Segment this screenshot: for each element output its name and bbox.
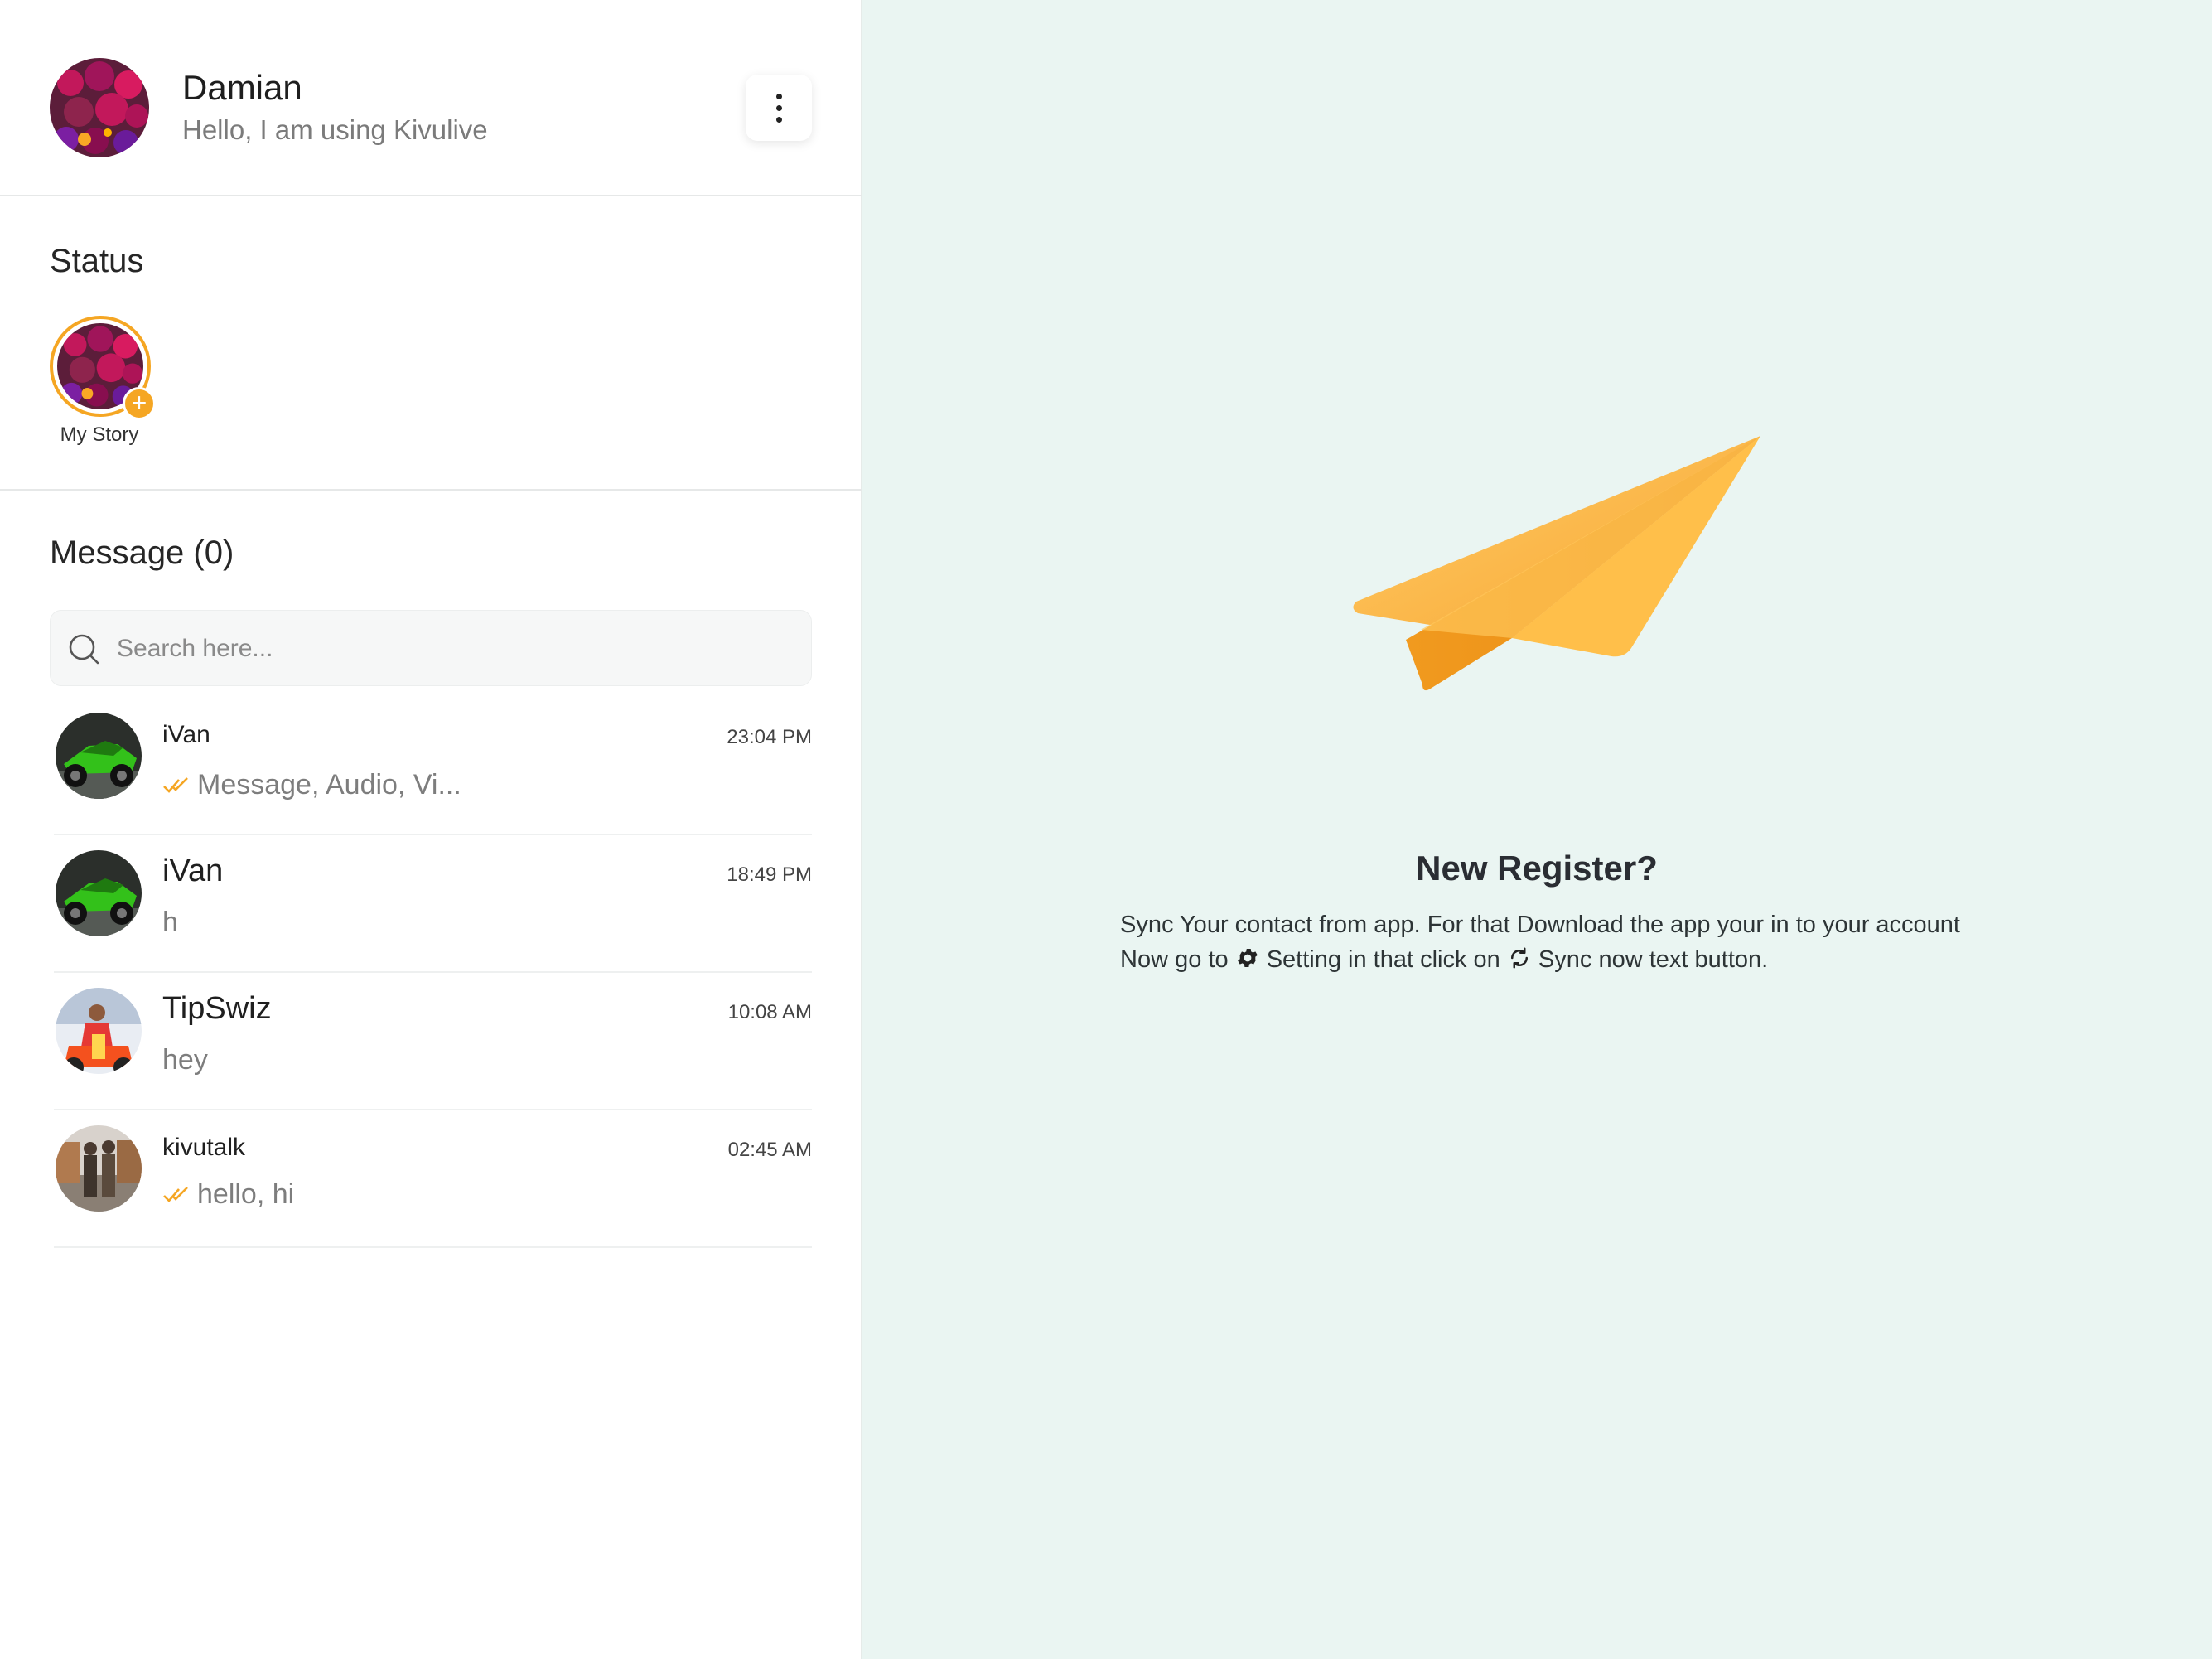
chat-preview: Message, Audio, Vi... xyxy=(162,769,461,801)
empty-state-title: New Register? xyxy=(1416,849,1658,888)
chat-preview: hey xyxy=(162,1044,208,1076)
double-check-icon xyxy=(163,1186,188,1202)
chat-avatar xyxy=(56,850,142,936)
chat-name: kivutalk xyxy=(162,1134,246,1161)
sync-icon xyxy=(1510,947,1528,969)
empty-state-line2-c: Sync now text button. xyxy=(1538,946,1769,973)
chat-preview-text: Message, Audio, Vi... xyxy=(197,769,461,800)
main-panel: New Register? Sync Your contact from app… xyxy=(862,0,2212,1659)
chat-preview: h xyxy=(162,907,178,939)
chat-preview: hello, hi xyxy=(162,1178,294,1211)
profile-header: Damian Hello, I am using Kivulive xyxy=(0,0,862,196)
search-bar xyxy=(50,610,812,687)
more-options-button[interactable] xyxy=(746,75,812,141)
chat-avatar xyxy=(56,988,142,1074)
chat-time: 10:08 AM xyxy=(727,1001,812,1023)
profile-avatar[interactable] xyxy=(50,58,149,157)
chat-item[interactable]: TipSwiz 10:08 AM hey xyxy=(54,973,812,1110)
chat-name: iVan xyxy=(162,721,210,748)
empty-state-text: Sync Your contact from app. For that Dow… xyxy=(1120,907,1960,977)
chat-item[interactable]: iVan 23:04 PM Message, Audio, Vi... xyxy=(54,698,812,835)
chat-time: 02:45 AM xyxy=(727,1139,812,1161)
paper-plane-icon xyxy=(1353,436,1760,691)
my-story[interactable]: + xyxy=(50,316,156,420)
chat-avatar xyxy=(56,713,142,799)
chat-preview-text: h xyxy=(162,907,178,938)
chat-name: iVan xyxy=(162,854,224,888)
chat-time: 18:49 PM xyxy=(727,863,812,886)
search-input[interactable] xyxy=(117,611,796,687)
chat-preview-text: hello, hi xyxy=(197,1178,295,1210)
status-section: Status + My Story xyxy=(0,198,862,491)
sidebar: Damian Hello, I am using Kivulive Status… xyxy=(0,0,862,1659)
double-check-icon xyxy=(163,776,188,793)
chat-item[interactable]: kivutalk 02:45 AM hello, hi xyxy=(54,1110,812,1248)
chat-time: 23:04 PM xyxy=(727,726,812,748)
profile-name: Damian xyxy=(182,68,302,107)
more-vertical-icon xyxy=(775,93,782,99)
chat-list: iVan 23:04 PM Message, Audio, Vi... iVan… xyxy=(54,698,812,1248)
chat-avatar xyxy=(56,1125,142,1212)
empty-state-line1: Sync Your contact from app. For that Dow… xyxy=(1120,912,1960,938)
empty-state-line2-b: Setting in that click on xyxy=(1266,946,1507,973)
empty-state-line2: Now go to Setting in that click on Sync … xyxy=(1120,942,1960,977)
status-title: Status xyxy=(50,243,144,279)
empty-state-line2-a: Now go to xyxy=(1120,946,1229,973)
my-story-label: My Story xyxy=(60,423,139,446)
profile-about: Hello, I am using Kivulive xyxy=(182,114,488,145)
gear-icon xyxy=(1237,949,1258,967)
chat-name: TipSwiz xyxy=(162,991,272,1026)
search-icon xyxy=(69,634,99,665)
chat-preview-text: hey xyxy=(162,1044,208,1076)
messages-title: Message (0) xyxy=(50,534,234,571)
plus-icon[interactable]: + xyxy=(123,387,156,420)
chat-item[interactable]: iVan 18:49 PM h xyxy=(54,835,812,973)
